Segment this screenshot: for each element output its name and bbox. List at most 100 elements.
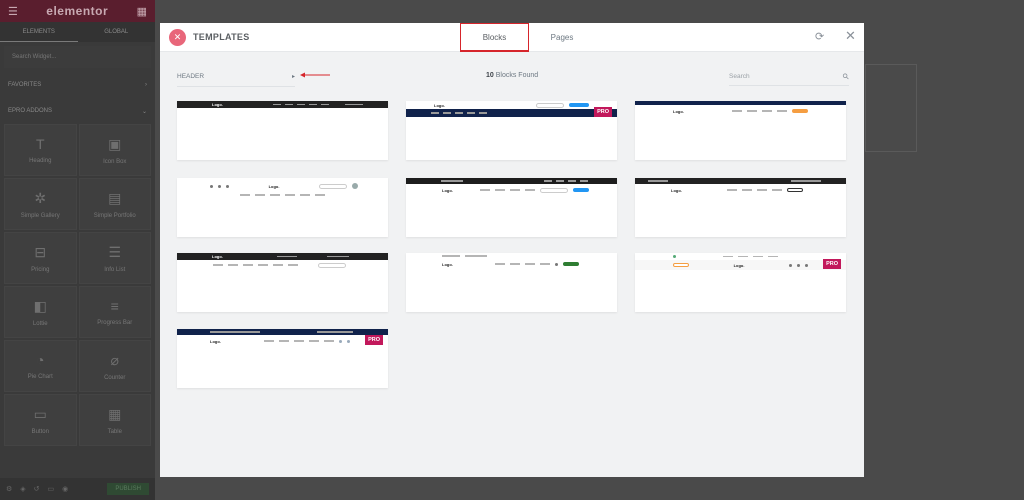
grid-icon[interactable]: ▦ <box>137 5 147 18</box>
preview-nav-row: Logo. <box>406 184 617 196</box>
tab-pages[interactable]: Pages <box>540 23 584 52</box>
preview-cart <box>347 339 350 343</box>
category-dropdown[interactable]: HEADER ▸ <box>177 70 295 87</box>
preview-icon <box>673 255 676 258</box>
search-input[interactable] <box>729 72 819 80</box>
preview-contact <box>210 331 260 333</box>
preview-cart <box>555 262 558 266</box>
preview-link <box>324 340 334 342</box>
tab-elements[interactable]: ELEMENTS <box>0 22 78 42</box>
preview-link <box>285 103 293 106</box>
preview-link <box>568 180 576 182</box>
hamburger-icon[interactable]: ☰ <box>8 5 18 18</box>
preview-link <box>228 264 238 266</box>
preview-social <box>226 184 229 188</box>
widget-progress-bar[interactable]: ≡ Progress Bar <box>78 286 151 338</box>
template-card[interactable]: Logo. <box>177 253 388 312</box>
widget-label: Lottie <box>32 320 48 327</box>
widget-table[interactable]: ▦ Table <box>78 394 151 446</box>
section-favorites[interactable]: FAVORITES › <box>0 72 155 98</box>
template-card[interactable]: Logo. <box>177 101 388 160</box>
filter-toolbar: HEADER ▸ 10 Blocks Found ⚲ <box>160 52 864 88</box>
widget-info-list[interactable]: ☰ Info List <box>78 232 151 284</box>
layers-icon[interactable]: ◈ <box>20 485 25 493</box>
preview-icon[interactable]: ◉ <box>62 485 68 493</box>
widget-icon-box[interactable]: ▣ Icon Box <box>78 124 151 176</box>
preview-button <box>563 262 579 266</box>
responsive-icon[interactable]: ▭ <box>48 485 55 493</box>
preview-link <box>544 180 552 182</box>
preview-social <box>789 263 793 267</box>
widget-pie-chart[interactable]: ◔ Pie Chart <box>4 340 77 392</box>
widget-simple-gallery[interactable]: ✲ Simple Gallery <box>4 178 77 230</box>
preview-link <box>495 189 505 191</box>
results-count: 10 Blocks Found <box>486 72 538 79</box>
preview-link <box>525 263 535 265</box>
template-card[interactable]: Logo. <box>406 253 617 312</box>
preview-link <box>480 189 490 191</box>
preview-link <box>315 194 325 196</box>
preview-logo: Logo. <box>268 183 280 189</box>
preview-link <box>443 112 451 114</box>
template-card[interactable]: Logo. <box>635 178 846 237</box>
close-icon[interactable]: ✕ <box>845 28 856 44</box>
preview-contact <box>441 180 463 182</box>
widget-counter[interactable]: ⌀ Counter <box>78 340 151 392</box>
settings-icon[interactable]: ⚙ <box>6 485 12 493</box>
template-search[interactable]: ⚲ <box>729 70 852 86</box>
caret-right-icon: ▸ <box>291 73 295 80</box>
preview-top-row: Logo. <box>406 101 617 109</box>
tab-global[interactable]: GLOBAL <box>78 22 156 42</box>
tab-blocks[interactable]: Blocks <box>460 23 529 52</box>
preview-link <box>732 110 742 112</box>
widget-label: Pricing <box>31 266 50 273</box>
preview-logo: Logo. <box>442 261 453 267</box>
editor-brand: elementor <box>46 4 109 18</box>
preview-nav-row: Logo. <box>177 335 388 347</box>
publish-button[interactable]: PUBLISH <box>107 483 149 495</box>
preview-link <box>300 194 310 196</box>
preview-link <box>467 112 475 114</box>
sync-icon[interactable]: ⟳ <box>815 30 824 43</box>
preview-button <box>673 263 689 267</box>
preview-button <box>573 188 589 192</box>
preview-link <box>285 194 295 196</box>
template-card[interactable]: Logo. PRO <box>406 101 617 160</box>
preview-social <box>210 184 213 188</box>
templates-modal: ✕ TEMPLATES Blocks Pages ⟳ ✕ HEADER ▸ 10… <box>160 23 864 477</box>
preview-link <box>309 340 319 342</box>
preview-link <box>768 255 778 258</box>
preview-link <box>294 340 304 342</box>
preview-link <box>479 112 487 114</box>
template-card[interactable]: Logo. <box>177 178 388 237</box>
widget-lottie[interactable]: ◧ Lottie <box>4 286 77 338</box>
preview-link <box>273 103 281 106</box>
preview-contact <box>465 255 487 257</box>
widget-label: Button <box>31 428 49 435</box>
template-card[interactable]: Logo. <box>406 178 617 237</box>
editor-topbar: ☰ elementor ▦ <box>0 0 155 22</box>
preview-link <box>321 103 329 106</box>
preview-social <box>327 255 349 258</box>
preview-link <box>495 263 505 265</box>
preview-top-row: Logo. <box>177 180 388 192</box>
preview-contact <box>442 255 460 257</box>
preview-link <box>556 180 564 182</box>
section-addons-label: EPRO ADDONS <box>8 108 53 114</box>
template-card[interactable]: Logo. <box>635 101 846 160</box>
results-count-number: 10 <box>486 72 494 79</box>
preview-top-bar: Logo. <box>177 101 388 108</box>
section-addons[interactable]: EPRO ADDONS ⌄ <box>0 98 155 124</box>
template-card[interactable]: Logo. PRO <box>177 329 388 388</box>
widget-search-input[interactable]: Search Widget... <box>4 46 151 68</box>
widget-button[interactable]: ▭ Button <box>4 394 77 446</box>
widget-pricing[interactable]: ⊟ Pricing <box>4 232 77 284</box>
widget-heading[interactable]: T Heading <box>4 124 77 176</box>
widget-simple-portfolio[interactable]: ▤ Simple Portfolio <box>78 178 151 230</box>
search-icon[interactable]: ⚲ <box>841 71 852 82</box>
preview-logo: Logo. <box>673 108 684 114</box>
preview-link <box>757 189 767 191</box>
preview-nav-row: Logo. <box>635 184 846 196</box>
history-icon[interactable]: ↺ <box>34 485 40 493</box>
template-card[interactable]: Logo. PRO <box>635 253 846 312</box>
